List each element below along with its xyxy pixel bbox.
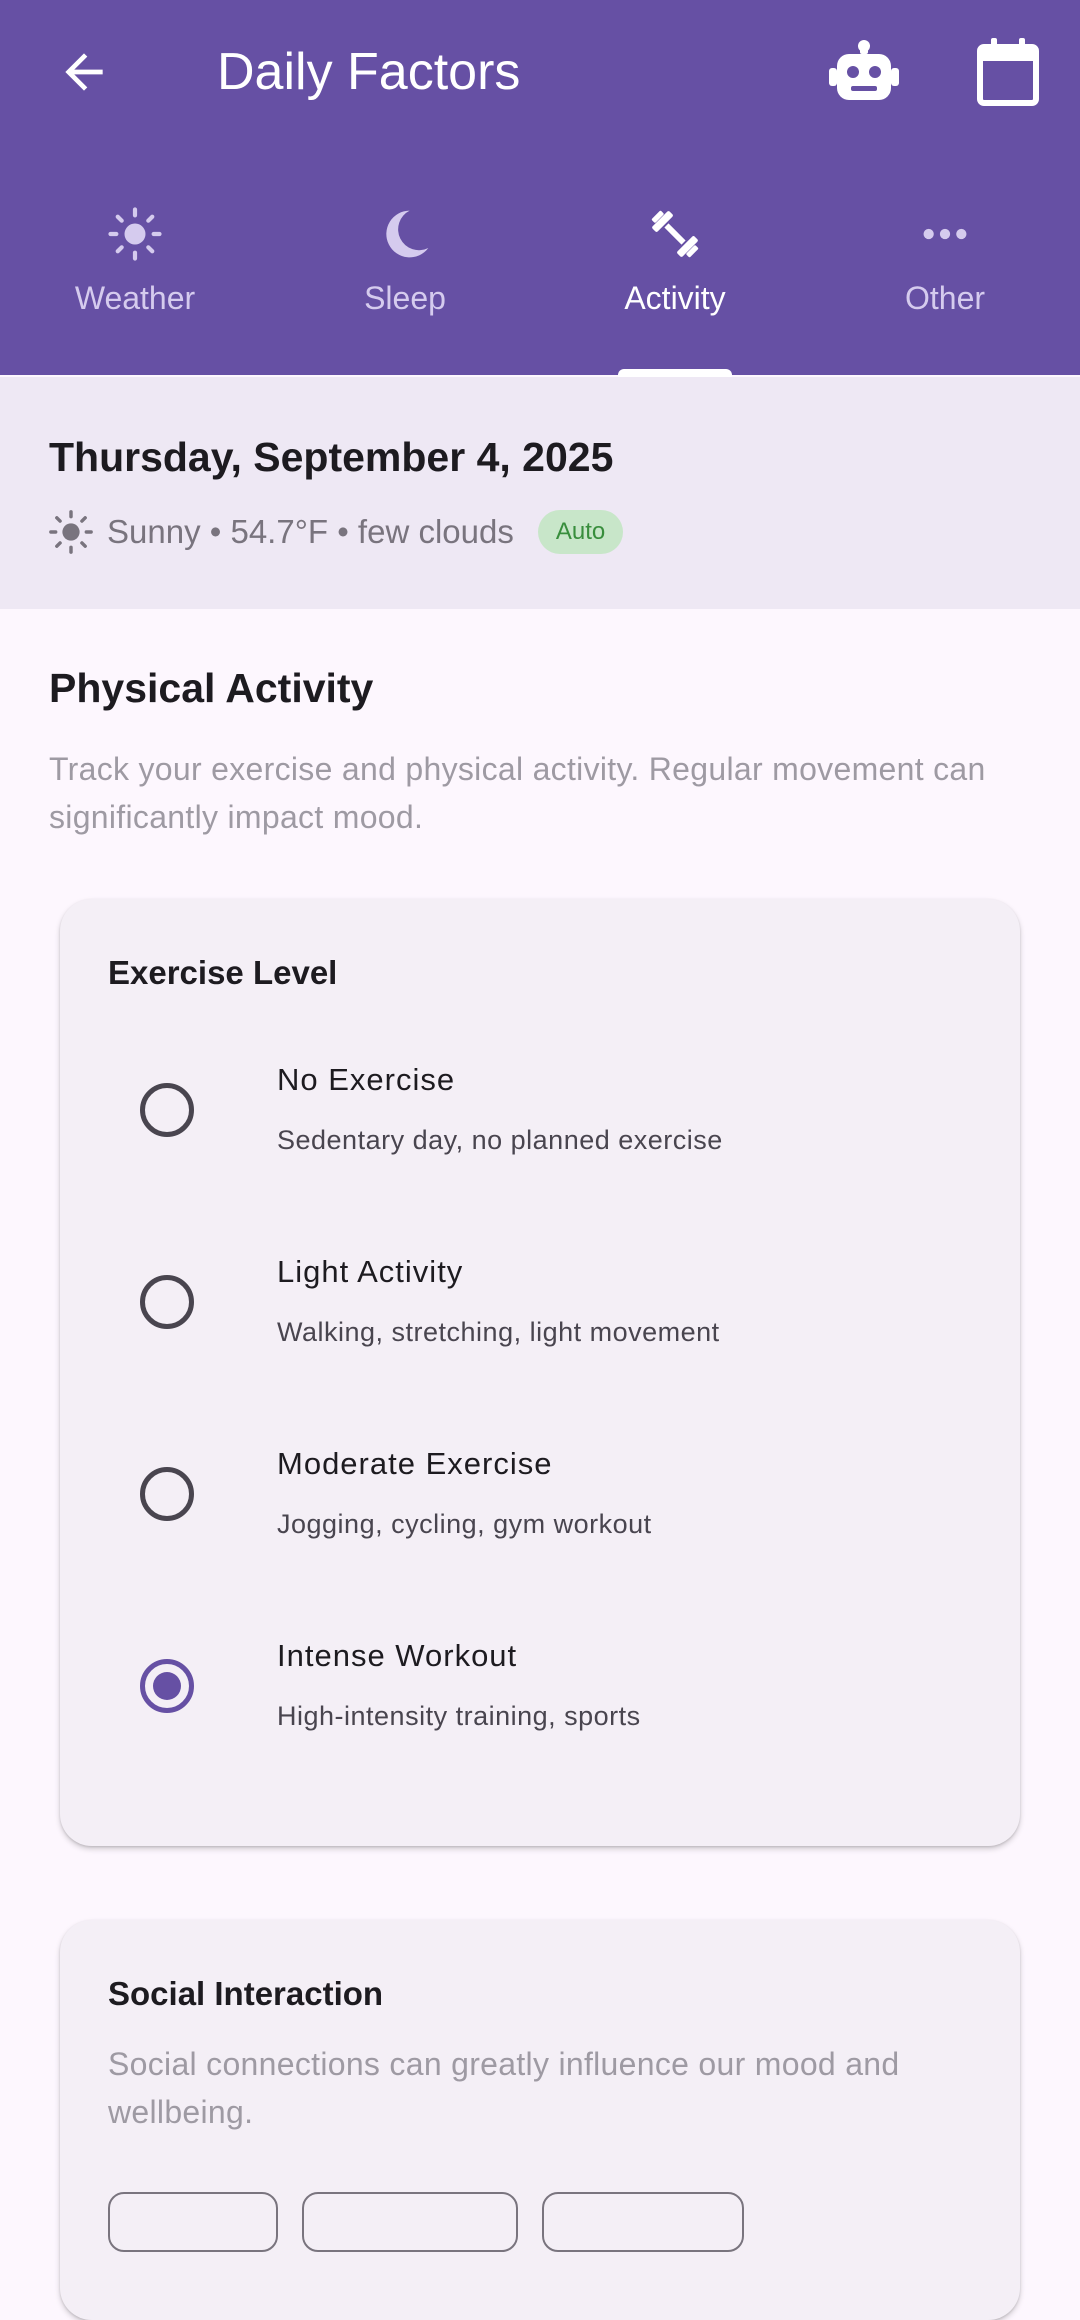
option-moderate-exercise[interactable]: Moderate Exercise Jogging, cycling, gym … — [60, 1412, 1020, 1604]
option-title: Intense Workout — [277, 1638, 518, 1673]
weather-summary: Sunny • 54.7°F • few clouds — [107, 513, 514, 550]
tab-label: Other — [904, 280, 986, 316]
tab-label: Sleep — [364, 280, 446, 316]
option-intense-workout[interactable]: Intense Workout High-intensity training,… — [60, 1604, 1020, 1796]
sun-icon — [47, 508, 95, 556]
calendar-icon — [977, 38, 1039, 106]
calendar-button[interactable] — [964, 30, 1052, 114]
social-interaction-card: Social Interaction Social connections ca… — [60, 1920, 1020, 2320]
option-subtitle: Jogging, cycling, gym workout — [277, 1509, 652, 1539]
exercise-level-card: Exercise Level No Exercise Sedentary day… — [60, 899, 1020, 1846]
option-light-activity[interactable]: Light Activity Walking, stretching, ligh… — [60, 1220, 1020, 1412]
assistant-button[interactable] — [820, 32, 908, 112]
tab-label: Weather — [74, 280, 196, 316]
tab-sleep[interactable]: Sleep — [270, 190, 540, 375]
sun-icon — [105, 204, 165, 264]
option-subtitle: Walking, stretching, light movement — [277, 1317, 720, 1347]
option-title: Moderate Exercise — [277, 1446, 553, 1481]
tab-weather[interactable]: Weather — [0, 190, 270, 375]
weather-summary-row: Sunny • 54.7°F • few clouds Auto — [47, 507, 624, 557]
radio-button[interactable] — [140, 1275, 194, 1329]
radio-button[interactable] — [140, 1467, 194, 1521]
tab-label: Activity — [624, 280, 726, 316]
option-title: No Exercise — [277, 1062, 456, 1097]
more-horiz-icon — [915, 204, 975, 264]
robot-icon — [829, 40, 899, 100]
dumbbell-icon — [645, 204, 705, 264]
social-chip[interactable] — [302, 2192, 518, 2252]
option-no-exercise[interactable]: No Exercise Sedentary day, no planned ex… — [60, 1028, 1020, 1220]
card-description: Social connections can greatly influence… — [108, 2046, 900, 2130]
section-description: Track your exercise and physical activit… — [49, 751, 986, 835]
social-chip[interactable] — [542, 2192, 744, 2252]
tab-bar: Weather Sleep Activity Other — [0, 190, 1080, 375]
radio-button-selected[interactable] — [140, 1659, 194, 1713]
tab-other[interactable]: Other — [810, 190, 1080, 375]
page-title: Daily Factors — [217, 43, 521, 101]
top-toolbar: Daily Factors — [0, 0, 1080, 150]
section-title: Physical Activity — [49, 665, 374, 711]
radio-button[interactable] — [140, 1083, 194, 1137]
moon-icon — [375, 204, 435, 264]
social-chip[interactable] — [108, 2192, 278, 2252]
option-subtitle: Sedentary day, no planned exercise — [277, 1125, 723, 1155]
card-title: Social Interaction — [108, 1975, 384, 2012]
back-button[interactable] — [44, 32, 124, 112]
tab-activity[interactable]: Activity — [540, 190, 810, 375]
option-title: Light Activity — [277, 1254, 464, 1289]
date-header: Thursday, September 4, 2025 Sunny • 54.7… — [0, 377, 1080, 609]
option-subtitle: High-intensity training, sports — [277, 1701, 641, 1731]
card-title: Exercise Level — [108, 954, 338, 991]
arrow-back-icon — [65, 53, 103, 91]
tab-indicator — [618, 369, 732, 377]
date-title: Thursday, September 4, 2025 — [49, 434, 614, 480]
app-bar: Daily Factors Weather Sleep Activity Oth… — [0, 0, 1080, 377]
auto-badge: Auto — [537, 510, 624, 554]
